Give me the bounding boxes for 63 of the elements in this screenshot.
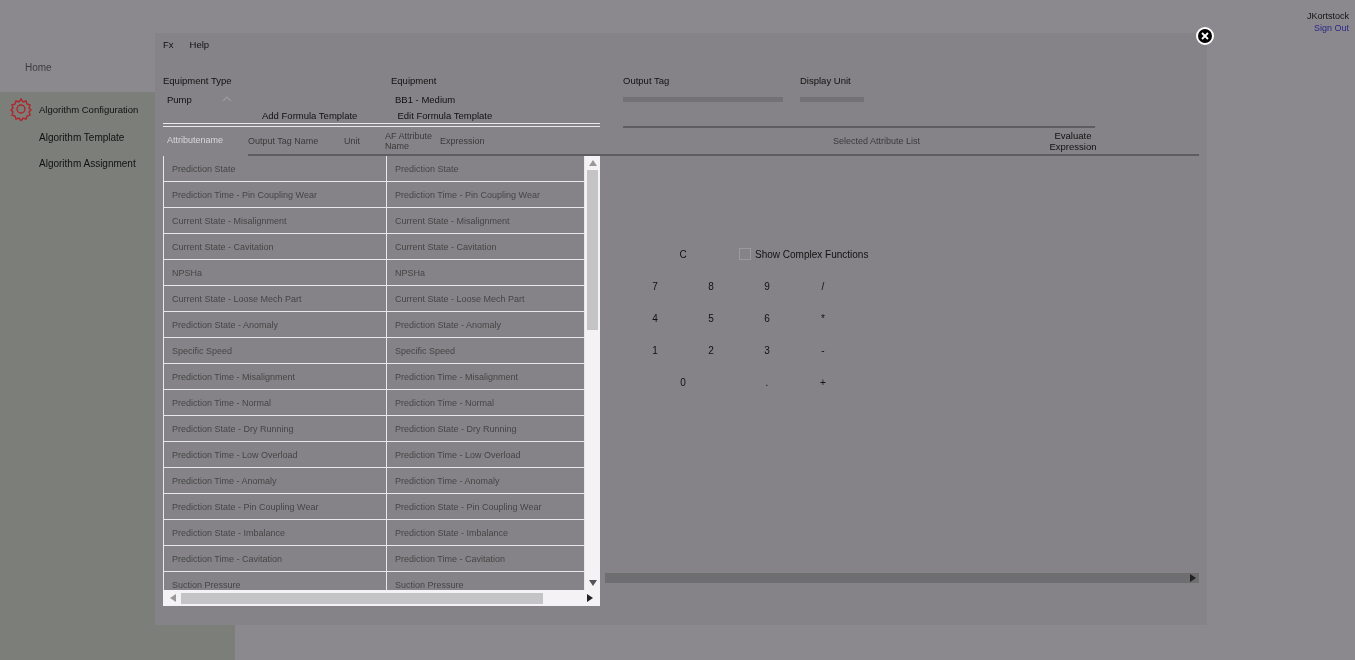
- section-title: Algorithm Configuration: [39, 103, 139, 115]
- user-name: JKortstock: [1307, 11, 1349, 21]
- keypad-key[interactable]: 5: [704, 310, 718, 326]
- keypad-key[interactable]: 4: [648, 310, 662, 326]
- list-option[interactable]: NPSHa: [164, 260, 387, 285]
- keypad-key[interactable]: +: [816, 374, 830, 390]
- list-option[interactable]: Prediction Time - Low Overload: [164, 442, 387, 467]
- keypad-key[interactable]: 3: [760, 342, 774, 358]
- keypad-key[interactable]: 9: [760, 278, 774, 294]
- field-value: BB1 - Medium: [394, 93, 456, 105]
- scroll-up-icon[interactable]: [588, 159, 597, 167]
- list-option[interactable]: Prediction Time - Normal: [164, 390, 387, 415]
- list-option[interactable]: Current State - Misalignment: [164, 208, 387, 233]
- column-header: Selected Attribute List: [833, 136, 922, 146]
- keypad-key[interactable]: 6: [760, 310, 774, 326]
- list-option[interactable]: Prediction Time - Pin Coupling Wear: [164, 182, 387, 207]
- dropdown-header: Attributename: [167, 135, 224, 145]
- equipment-type-select[interactable]: Pump: [163, 92, 391, 106]
- list-option[interactable]: Prediction State - Anomaly: [164, 312, 387, 337]
- close-icon: [1201, 32, 1209, 40]
- formula-template-button[interactable]: Add Formula Template: [262, 108, 358, 123]
- list-option[interactable]: Prediction State: [164, 156, 387, 181]
- scrollbar[interactable]: [585, 156, 600, 590]
- menu-item[interactable]: Help: [189, 39, 210, 63]
- keypad-key[interactable]: *: [817, 310, 829, 326]
- column-header: AF Attribute Name: [385, 131, 434, 151]
- scroll-right-icon[interactable]: [586, 594, 594, 602]
- column-header: Output Tag Name: [248, 136, 320, 146]
- field-label: Display Unit: [800, 75, 852, 86]
- list-option[interactable]: Prediction Time - Misalignment: [164, 364, 387, 389]
- keypad-key[interactable]: 1: [648, 342, 662, 358]
- keypad-key[interactable]: C: [675, 246, 691, 262]
- column-header: Unit: [344, 136, 361, 146]
- keypad-key[interactable]: 0: [676, 374, 690, 390]
- keypad-key[interactable]: /: [817, 278, 829, 294]
- list-option[interactable]: Prediction Time - Anomaly: [164, 468, 387, 493]
- field-label: Equipment: [391, 75, 438, 86]
- scrollbar[interactable]: [163, 590, 600, 606]
- list-option[interactable]: Current State - Cavitation: [164, 234, 387, 259]
- evaluate-expression-button[interactable]: Evaluate Expression: [1043, 130, 1103, 152]
- list-option[interactable]: Prediction State - Dry Running: [164, 416, 387, 441]
- keypad-key[interactable]: 7: [648, 278, 662, 294]
- field-label: Equipment Type: [163, 75, 233, 86]
- list-option[interactable]: Specific Speed: [164, 338, 387, 363]
- column-header: Expression: [440, 136, 486, 146]
- field-label: Output Tag: [623, 75, 671, 86]
- sign-out-link[interactable]: Sign Out: [1313, 23, 1349, 33]
- keypad-key[interactable]: .: [761, 374, 773, 390]
- list-option[interactable]: Prediction Time - Cavitation: [164, 546, 387, 571]
- close-button[interactable]: [1196, 27, 1214, 45]
- scrollbar[interactable]: [605, 573, 1199, 583]
- keypad-key[interactable]: 8: [704, 278, 718, 294]
- keypad-key[interactable]: -: [817, 342, 829, 358]
- home-link[interactable]: Home: [25, 62, 52, 73]
- complex-functions-checkbox[interactable]: Show Complex Functions: [739, 248, 869, 260]
- formula-template-button[interactable]: Edit Formula Template: [397, 108, 493, 123]
- scroll-left-icon[interactable]: [169, 594, 177, 602]
- scroll-down-icon[interactable]: [588, 579, 597, 587]
- list-option[interactable]: Prediction State - Pin Coupling Wear: [164, 494, 387, 519]
- list-option[interactable]: Prediction State - Imbalance: [164, 520, 387, 545]
- keypad-key[interactable]: 2: [704, 342, 718, 358]
- gear-icon: [9, 97, 33, 121]
- menu-item[interactable]: Fx: [163, 39, 174, 63]
